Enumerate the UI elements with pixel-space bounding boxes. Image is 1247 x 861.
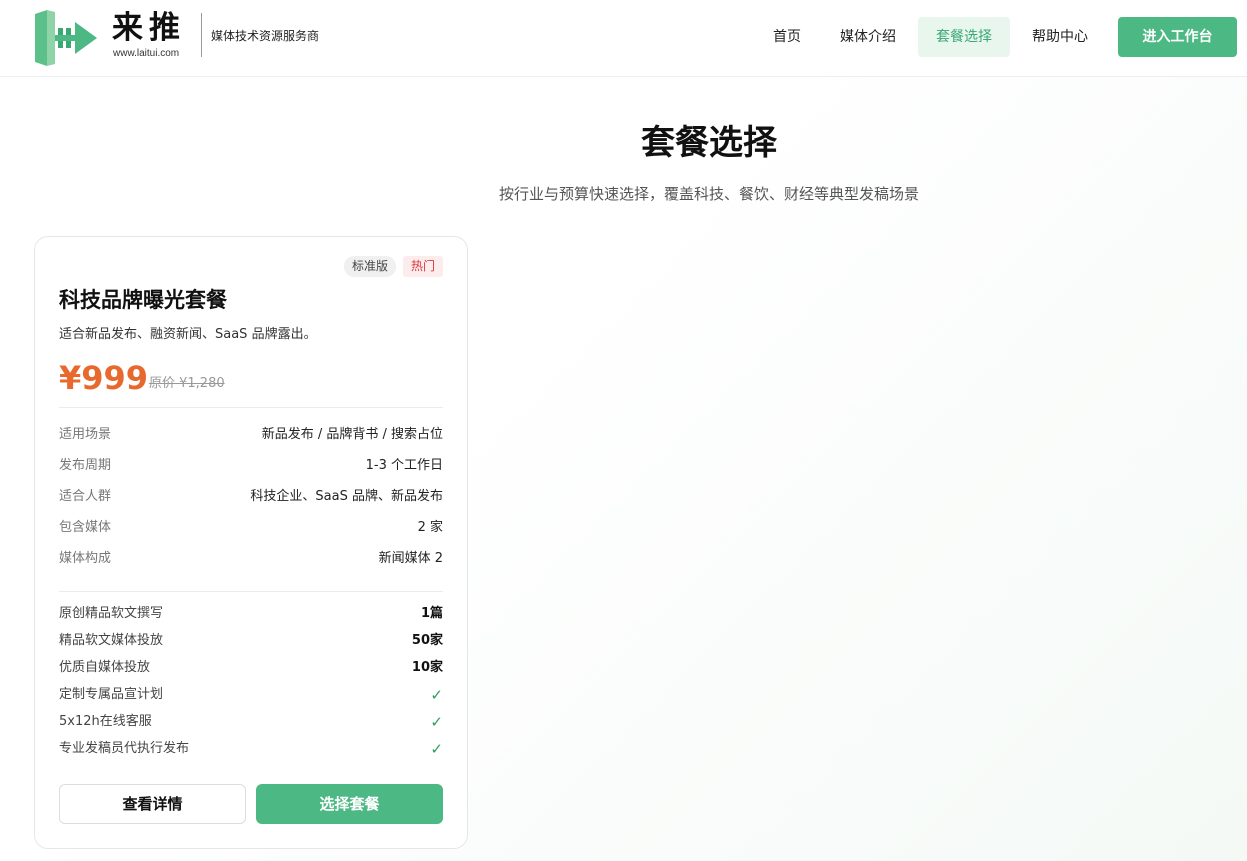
- select-package-button[interactable]: 选择套餐: [256, 784, 443, 824]
- info-row: 包含媒体 2 家: [59, 518, 443, 538]
- package-price: ¥999: [59, 359, 149, 397]
- logo-divider: [201, 13, 202, 57]
- tag-standard: 标准版: [343, 256, 396, 277]
- logo-name: 来推: [112, 10, 186, 46]
- enter-workbench-button[interactable]: 进入工作台: [1118, 17, 1237, 57]
- nav-home[interactable]: 首页: [756, 17, 818, 57]
- package-title: 科技品牌曝光套餐: [59, 288, 227, 312]
- check-icon: ✓: [430, 740, 443, 758]
- check-icon: ✓: [430, 686, 443, 704]
- feature-label: 原创精品软文撰写: [59, 606, 164, 621]
- check-icon: ✓: [430, 713, 443, 731]
- info-row: 媒体构成 新闻媒体 2: [59, 549, 443, 569]
- page-subtitle: 按行业与预算快速选择，覆盖科技、餐饮、财经等典型发稿场景: [498, 185, 919, 203]
- feature-value: 50家: [411, 633, 443, 648]
- package-card: 标准版 热门 科技品牌曝光套餐 适合新品发布、融资新闻、SaaS 品牌露出。 ¥…: [34, 236, 468, 849]
- feature-label: 定制专属品宣计划: [59, 687, 164, 702]
- feature-value: 10家: [411, 660, 443, 675]
- info-label: 适用场景: [59, 427, 112, 442]
- info-value: 新品发布 / 品牌背书 / 搜索占位: [261, 427, 443, 442]
- info-label: 媒体构成: [59, 551, 112, 566]
- package-original-price: 原价 ¥1,280: [149, 376, 225, 391]
- info-row: 发布周期 1-3 个工作日: [59, 456, 443, 476]
- feature-row: 优质自媒体投放 10家: [59, 658, 443, 678]
- nav-media-intro[interactable]: 媒体介绍: [826, 17, 910, 57]
- feature-label: 专业发稿员代执行发布: [59, 741, 190, 756]
- info-label: 发布周期: [59, 458, 112, 473]
- info-row: 适合人群 科技企业、SaaS 品牌、新品发布: [59, 487, 443, 507]
- top-header: 来推 www.laitui.com 媒体技术资源服务商 首页 媒体介绍 套餐选择…: [0, 0, 1247, 77]
- page-title: 套餐选择: [641, 123, 777, 163]
- logo-url: www.laitui.com: [113, 48, 180, 59]
- feature-row: 精品软文媒体投放 50家: [59, 631, 443, 651]
- feature-label: 优质自媒体投放: [59, 660, 151, 675]
- info-label: 适合人群: [59, 489, 112, 504]
- view-details-button[interactable]: 查看详情: [59, 784, 246, 824]
- feature-label: 5x12h在线客服: [59, 714, 152, 729]
- laitui-logo-icon[interactable]: [33, 8, 99, 68]
- nav-help-center[interactable]: 帮助中心: [1018, 17, 1102, 57]
- info-value: 科技企业、SaaS 品牌、新品发布: [250, 489, 443, 504]
- info-value: 2 家: [417, 520, 443, 535]
- divider: [59, 591, 443, 592]
- feature-row: 专业发稿员代执行发布 ✓: [59, 739, 443, 759]
- package-description: 适合新品发布、融资新闻、SaaS 品牌露出。: [59, 327, 317, 342]
- feature-row: 5x12h在线客服 ✓: [59, 712, 443, 732]
- nav-package-select[interactable]: 套餐选择: [918, 17, 1010, 57]
- feature-row: 原创精品软文撰写 1篇: [59, 604, 443, 624]
- divider: [59, 407, 443, 408]
- info-value: 1-3 个工作日: [365, 458, 443, 473]
- feature-row: 定制专属品宣计划 ✓: [59, 685, 443, 705]
- logo-slogan: 媒体技术资源服务商: [211, 29, 320, 43]
- info-row: 适用场景 新品发布 / 品牌背书 / 搜索占位: [59, 425, 443, 445]
- info-label: 包含媒体: [59, 520, 112, 535]
- feature-label: 精品软文媒体投放: [59, 633, 164, 648]
- info-value: 新闻媒体 2: [378, 551, 443, 566]
- feature-value: 1篇: [420, 606, 443, 621]
- tag-hot: 热门: [402, 256, 443, 277]
